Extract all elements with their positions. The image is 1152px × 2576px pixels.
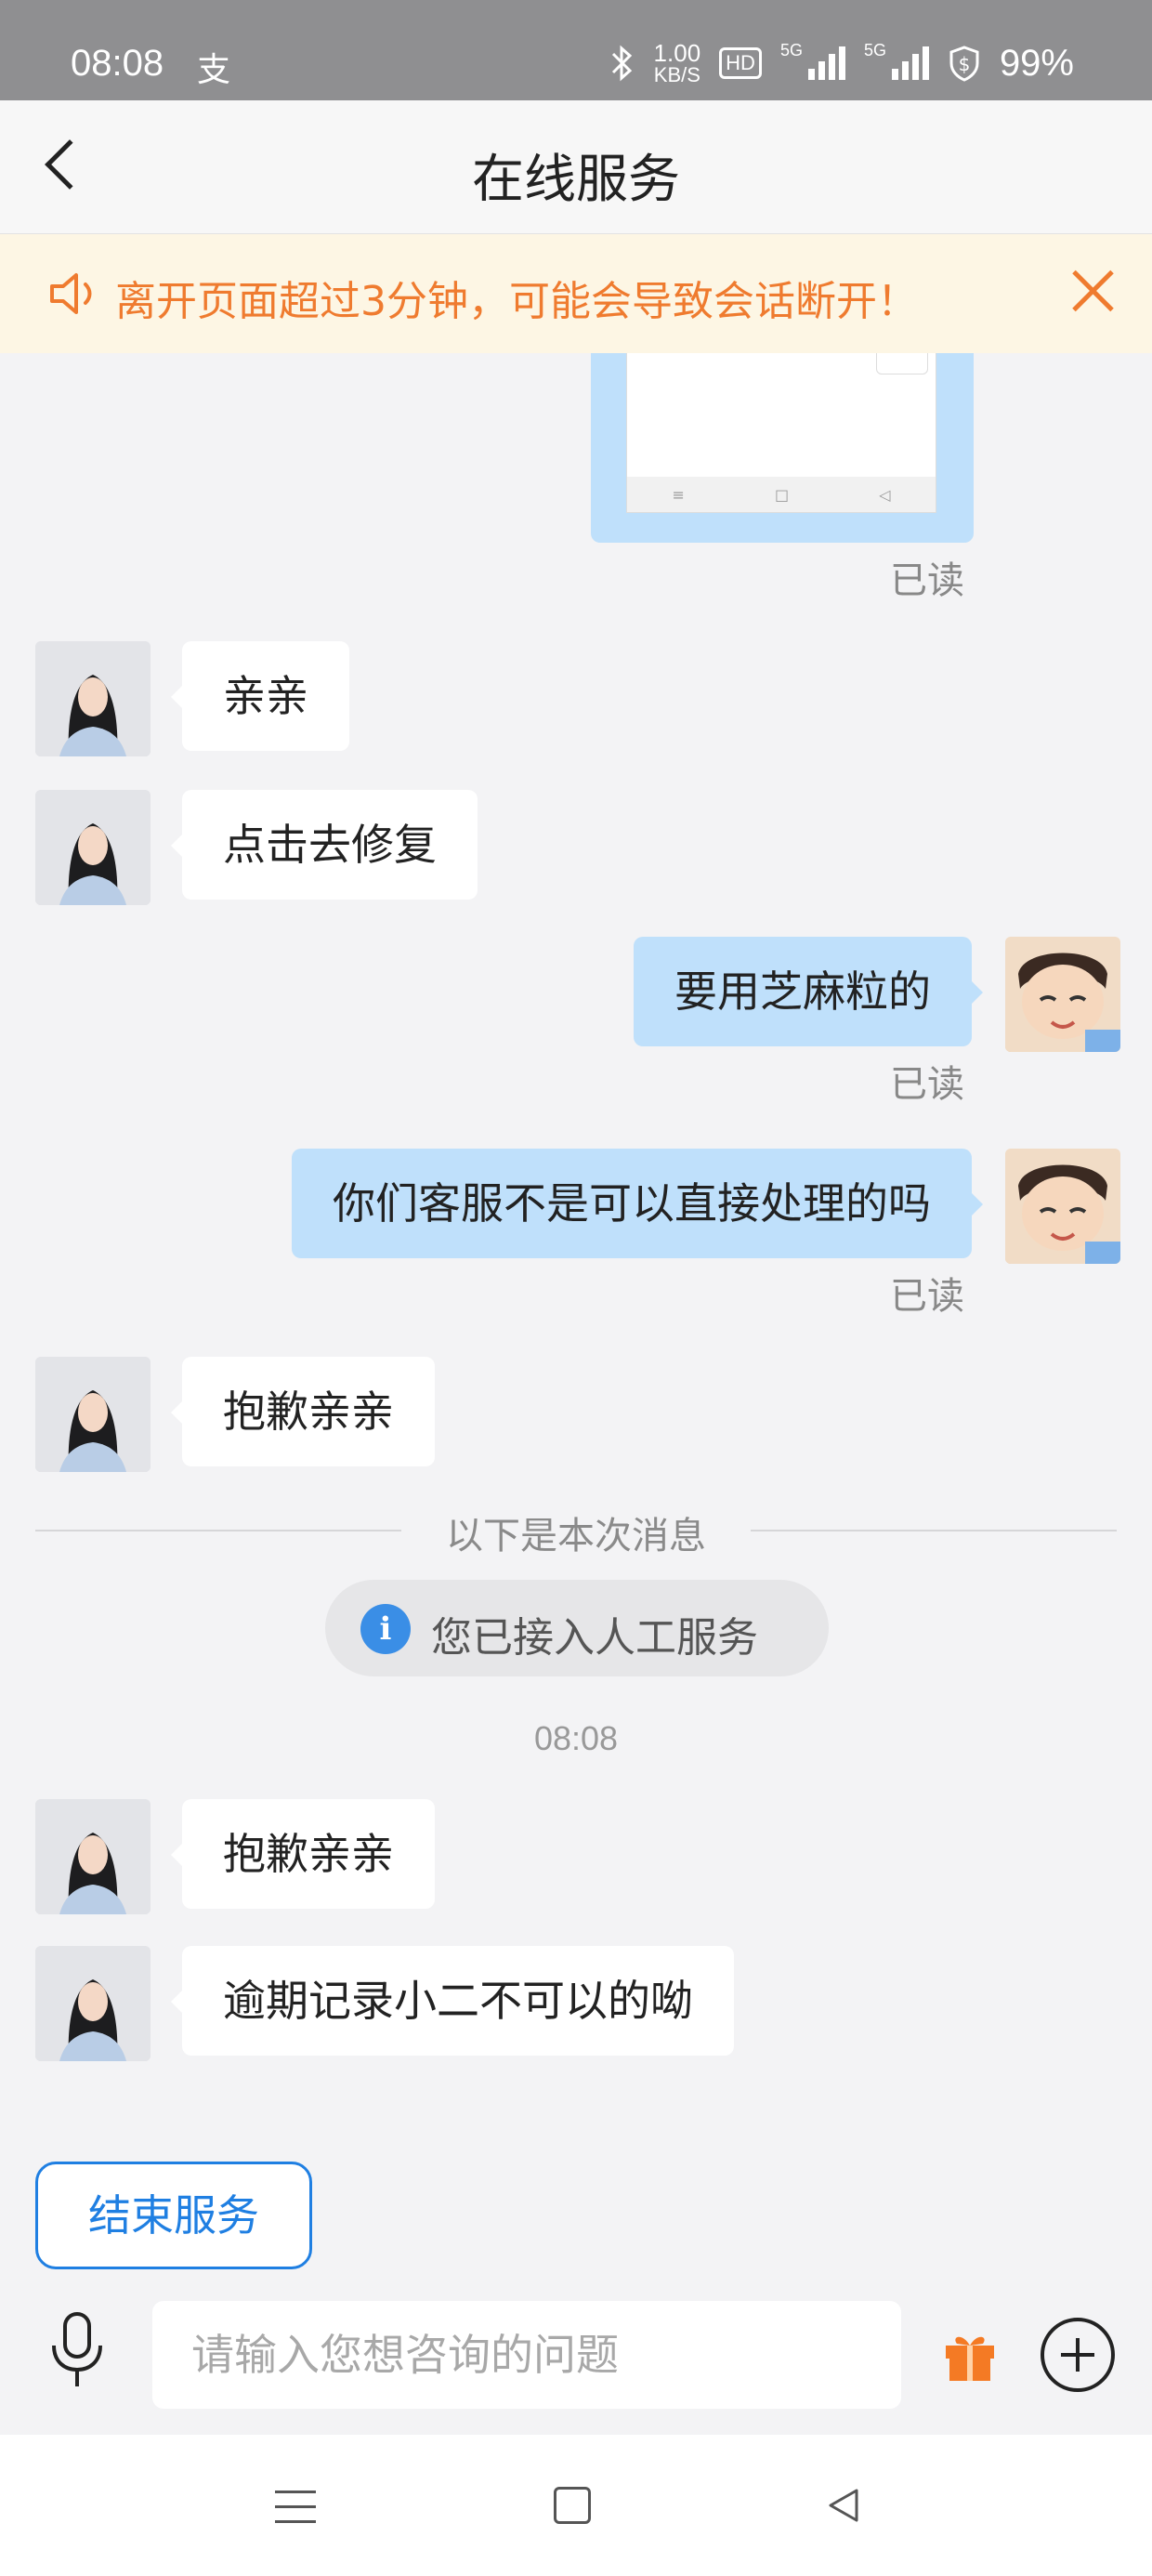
user-avatar[interactable] (1005, 1149, 1120, 1264)
net-speed: 1.00 KB/S (653, 39, 701, 86)
message-timestamp: 08:08 (533, 1719, 619, 1757)
session-divider: 以下是本次消息 (35, 1502, 1117, 1557)
agent-message[interactable]: 抱歉亲亲 (171, 1357, 435, 1466)
end-service-button[interactable]: 结束服务 (35, 2162, 312, 2269)
svg-text:$: $ (959, 53, 971, 75)
nav-header: 在线服务 (0, 100, 1152, 234)
input-bar (0, 2286, 1152, 2435)
alipay-notification-icon: 支 (197, 51, 231, 89)
microphone-icon[interactable] (45, 2308, 110, 2392)
user-message[interactable]: 你们客服不是可以直接处理的吗 (292, 1149, 983, 1258)
agent-avatar[interactable] (35, 641, 151, 756)
disconnect-notice-banner: 离开页面超过3分钟，可能会导致会话断开！ (0, 234, 1152, 353)
agent-message[interactable]: 点击去修复 (171, 790, 478, 900)
read-receipt: 已读 (890, 1063, 964, 1106)
message-input-box[interactable] (152, 2301, 901, 2409)
battery-level: 99% (999, 42, 1074, 84)
agent-avatar[interactable] (35, 1357, 151, 1472)
system-navigation-bar (0, 2435, 1152, 2576)
agent-message[interactable]: 抱歉亲亲 (171, 1799, 435, 1909)
home-icon[interactable] (554, 2487, 591, 2524)
image-message[interactable]: ≡ □ ◁ (591, 353, 974, 543)
screenshot-thumbnail: ≡ □ ◁ (626, 353, 936, 513)
signal-icon-2: 5G (864, 41, 929, 80)
message-input[interactable] (152, 2301, 901, 2409)
status-time: 08:08 (71, 43, 164, 84)
agent-avatar[interactable] (35, 1946, 151, 2061)
gift-icon[interactable] (940, 2325, 1000, 2385)
info-icon: i (360, 1604, 411, 1654)
agent-avatar[interactable] (35, 1799, 151, 1914)
chat-history[interactable]: ≡ □ ◁ 已读 亲亲 点击去修复 要用芝麻粒的 已读 你们客服不是可以直接处理的吗… (0, 353, 1152, 2212)
shield-icon: $ (949, 46, 979, 82)
notice-text: 离开页面超过3分钟，可能会导致会话断开！ (115, 278, 918, 325)
system-notice-text: 您已接入人工服务 (431, 1614, 758, 1662)
agent-message[interactable]: 逾期记录小二不可以的呦 (171, 1946, 734, 2056)
read-receipt: 已读 (890, 559, 964, 602)
hd-voice-icon: HD (719, 47, 762, 79)
session-divider-label: 以下是本次消息 (446, 1515, 706, 1557)
signal-icon-1: 5G (780, 41, 845, 80)
agent-message[interactable]: 亲亲 (171, 641, 349, 751)
back-triangle-icon[interactable] (825, 2487, 862, 2524)
user-avatar[interactable] (1005, 937, 1120, 1052)
agent-avatar[interactable] (35, 790, 151, 905)
close-icon[interactable] (1070, 268, 1115, 312)
read-receipt: 已读 (890, 1275, 964, 1318)
user-message[interactable]: 要用芝麻粒的 (634, 937, 983, 1046)
speaker-icon (50, 273, 92, 314)
system-notice: i 您已接入人工服务 (325, 1580, 829, 1676)
bluetooth-icon (611, 45, 632, 82)
plus-icon[interactable] (1041, 2318, 1115, 2392)
status-bar: 08:08 支 1.00 KB/S HD 5G 5G $ 99% (0, 0, 1152, 100)
status-icons: 1.00 KB/S HD 5G 5G $ 99% (609, 41, 1074, 85)
page-title: 在线服务 (472, 150, 680, 210)
menu-icon[interactable] (275, 2491, 316, 2535)
